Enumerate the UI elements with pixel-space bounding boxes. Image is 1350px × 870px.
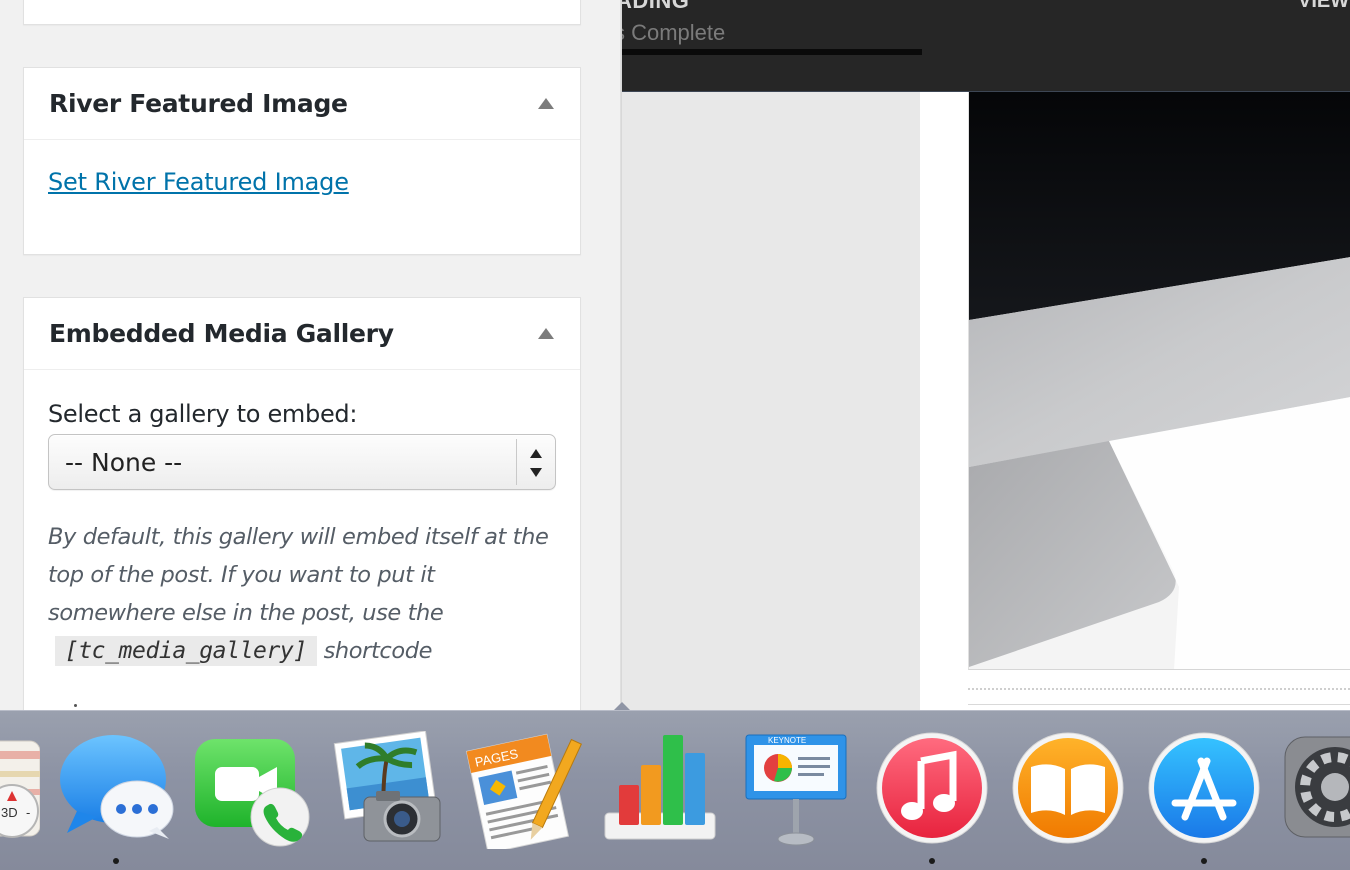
running-indicator	[929, 858, 935, 864]
preview-content-card	[920, 92, 1350, 710]
messages-icon[interactable]	[57, 731, 175, 849]
gallery-help-text: By default, this gallery will embed itse…	[48, 518, 556, 670]
svg-text:-: -	[26, 805, 30, 820]
loading-subtitle: s Complete	[614, 20, 726, 45]
post-editor-sidebar: River Featured Image Set River Featured …	[0, 0, 622, 710]
gallery-select[interactable]: -- None --	[48, 434, 556, 490]
select-divider	[516, 439, 517, 485]
svg-text:KEYNOTE: KEYNOTE	[768, 736, 806, 745]
metabox-header[interactable]: River Featured Image	[24, 68, 580, 140]
divider	[968, 704, 1350, 705]
loading-progress-fill	[622, 49, 922, 55]
loading-bar: ADING s Complete VIEW	[614, 0, 1350, 92]
app-store-icon[interactable]	[1145, 731, 1263, 849]
monitor-illustration	[969, 92, 1350, 669]
keynote-icon[interactable]: KEYNOTE	[738, 731, 856, 849]
loading-title: ADING	[616, 0, 690, 13]
preview-left-column	[622, 92, 920, 710]
site-preview: ADING s Complete VIEW	[614, 0, 1350, 710]
gallery-select-value: -- None --	[65, 447, 183, 477]
shortcode-code: [tc_media_gallery]	[54, 636, 317, 666]
running-indicator	[1201, 858, 1207, 864]
select-stepper-icon	[529, 449, 543, 477]
system-preferences-icon[interactable]	[1281, 731, 1350, 849]
monitor-photo	[968, 92, 1350, 670]
text-cursor	[74, 704, 77, 707]
metabox-title: River Featured Image	[49, 89, 348, 118]
dock: 3D - PAGES KEYNOTE	[0, 710, 1350, 870]
running-indicator	[113, 858, 119, 864]
divider	[968, 688, 1350, 690]
svg-text:3D: 3D	[1, 805, 18, 820]
metabox-river-featured-image: River Featured Image Set River Featured …	[23, 67, 581, 255]
metabox-previous	[23, 0, 581, 25]
metabox-embedded-media-gallery: Embedded Media Gallery Select a gallery …	[23, 297, 581, 710]
itunes-icon[interactable]	[873, 731, 991, 849]
view-link[interactable]: VIEW	[1298, 0, 1349, 13]
collapse-toggle-icon[interactable]	[538, 328, 554, 339]
maps-icon[interactable]: 3D -	[0, 731, 41, 849]
facetime-icon[interactable]	[193, 731, 311, 849]
help-text-after: shortcode	[323, 638, 433, 664]
metabox-header[interactable]: Embedded Media Gallery	[24, 298, 580, 370]
pages-icon[interactable]: PAGES	[465, 731, 584, 854]
loading-progress-bar	[622, 49, 922, 55]
collapse-toggle-icon[interactable]	[538, 98, 554, 109]
dock-pointer	[614, 702, 630, 710]
gallery-select-label: Select a gallery to embed:	[48, 400, 358, 428]
set-river-featured-image-link[interactable]: Set River Featured Image	[48, 168, 349, 196]
iphoto-icon[interactable]	[330, 730, 448, 849]
ibooks-icon[interactable]	[1009, 731, 1127, 849]
metabox-title: Embedded Media Gallery	[49, 319, 394, 348]
numbers-icon[interactable]	[601, 731, 719, 849]
help-text-before: By default, this gallery will embed itse…	[48, 524, 549, 626]
